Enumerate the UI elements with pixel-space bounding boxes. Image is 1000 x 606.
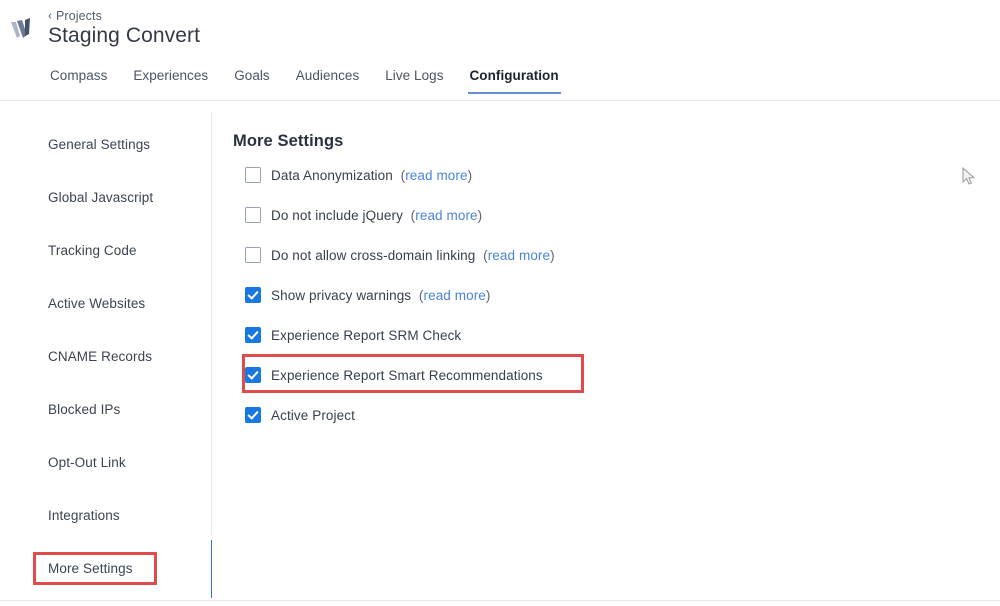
tab-compass[interactable]: Compass — [48, 66, 109, 94]
option-row-smart-recommendations[interactable]: Experience Report Smart Recommendations — [245, 365, 845, 385]
settings-options-list: Data Anonymization (read more) Do not in… — [245, 165, 845, 445]
option-label-show-privacy-warnings: Show privacy warnings (read more) — [271, 288, 491, 303]
checkbox-show-privacy-warnings[interactable] — [245, 287, 261, 303]
paren-close: ) — [468, 168, 473, 183]
section-title: More Settings — [233, 132, 343, 151]
read-more-link[interactable]: read more — [488, 248, 550, 263]
sidebar-item-cname-records[interactable]: CNAME Records — [48, 349, 152, 364]
checkbox-no-jquery[interactable] — [245, 207, 261, 223]
option-row-no-jquery[interactable]: Do not include jQuery (read more) — [245, 205, 845, 225]
paren-open: ( — [407, 208, 415, 223]
page-header: ‹ Projects Staging Convert — [0, 0, 1000, 62]
paren-open: ( — [397, 168, 405, 183]
option-row-no-cross-domain-linking[interactable]: Do not allow cross-domain linking (read … — [245, 245, 845, 265]
settings-content-panel: More Settings Data Anonymization (read m… — [212, 101, 1000, 606]
sidebar-item-active-websites[interactable]: Active Websites — [48, 296, 145, 311]
option-row-show-privacy-warnings[interactable]: Show privacy warnings (read more) — [245, 285, 845, 305]
main-tabs: Compass Experiences Goals Audiences Live… — [0, 66, 1000, 100]
sidebar-item-blocked-ips[interactable]: Blocked IPs — [48, 402, 120, 417]
tab-goals[interactable]: Goals — [232, 66, 272, 94]
tab-configuration[interactable]: Configuration — [468, 66, 561, 94]
checkbox-no-cross-domain-linking[interactable] — [245, 247, 261, 263]
paren-close: ) — [550, 248, 555, 263]
option-label-active-project: Active Project — [271, 408, 355, 423]
sidebar-item-integrations[interactable]: Integrations — [48, 508, 120, 523]
checkbox-data-anonymization[interactable] — [245, 167, 261, 183]
checkbox-srm-check[interactable] — [245, 327, 261, 343]
chevron-left-icon: ‹ — [48, 10, 52, 22]
sidebar-item-more-settings[interactable]: More Settings — [48, 561, 133, 576]
settings-sidebar: General Settings Global Javascript Track… — [0, 101, 212, 606]
paren-close: ) — [478, 208, 483, 223]
read-more-link[interactable]: read more — [415, 208, 477, 223]
convert-logo-icon — [8, 14, 38, 44]
sidebar-item-tracking-code[interactable]: Tracking Code — [48, 243, 137, 258]
tab-experiences[interactable]: Experiences — [131, 66, 210, 94]
tab-audiences[interactable]: Audiences — [294, 66, 362, 94]
tab-live-logs[interactable]: Live Logs — [383, 66, 445, 94]
breadcrumb[interactable]: ‹ Projects — [48, 9, 102, 23]
application-window: ‹ Projects Staging Convert Compass Exper… — [0, 0, 1000, 606]
bottom-divider — [0, 600, 1000, 601]
option-label-data-anonymization: Data Anonymization (read more) — [271, 168, 472, 183]
paren-close: ) — [486, 288, 491, 303]
sidebar-item-global-javascript[interactable]: Global Javascript — [48, 190, 153, 205]
option-label-no-cross-domain-linking: Do not allow cross-domain linking (read … — [271, 248, 555, 263]
page-title: Staging Convert — [48, 24, 200, 48]
option-label-srm-check: Experience Report SRM Check — [271, 328, 461, 343]
checkbox-smart-recommendations[interactable] — [245, 367, 261, 383]
sidebar-item-general-settings[interactable]: General Settings — [48, 137, 150, 152]
option-row-srm-check[interactable]: Experience Report SRM Check — [245, 325, 845, 345]
read-more-link[interactable]: read more — [405, 168, 467, 183]
checkbox-active-project[interactable] — [245, 407, 261, 423]
paren-open: ( — [479, 248, 487, 263]
option-label-no-jquery: Do not include jQuery (read more) — [271, 208, 482, 223]
option-row-data-anonymization[interactable]: Data Anonymization (read more) — [245, 165, 845, 185]
option-row-active-project[interactable]: Active Project — [245, 405, 845, 425]
breadcrumb-label: Projects — [56, 9, 102, 23]
sidebar-item-opt-out-link[interactable]: Opt-Out Link — [48, 455, 126, 470]
read-more-link[interactable]: read more — [423, 288, 485, 303]
option-label-smart-recommendations: Experience Report Smart Recommendations — [271, 368, 543, 383]
